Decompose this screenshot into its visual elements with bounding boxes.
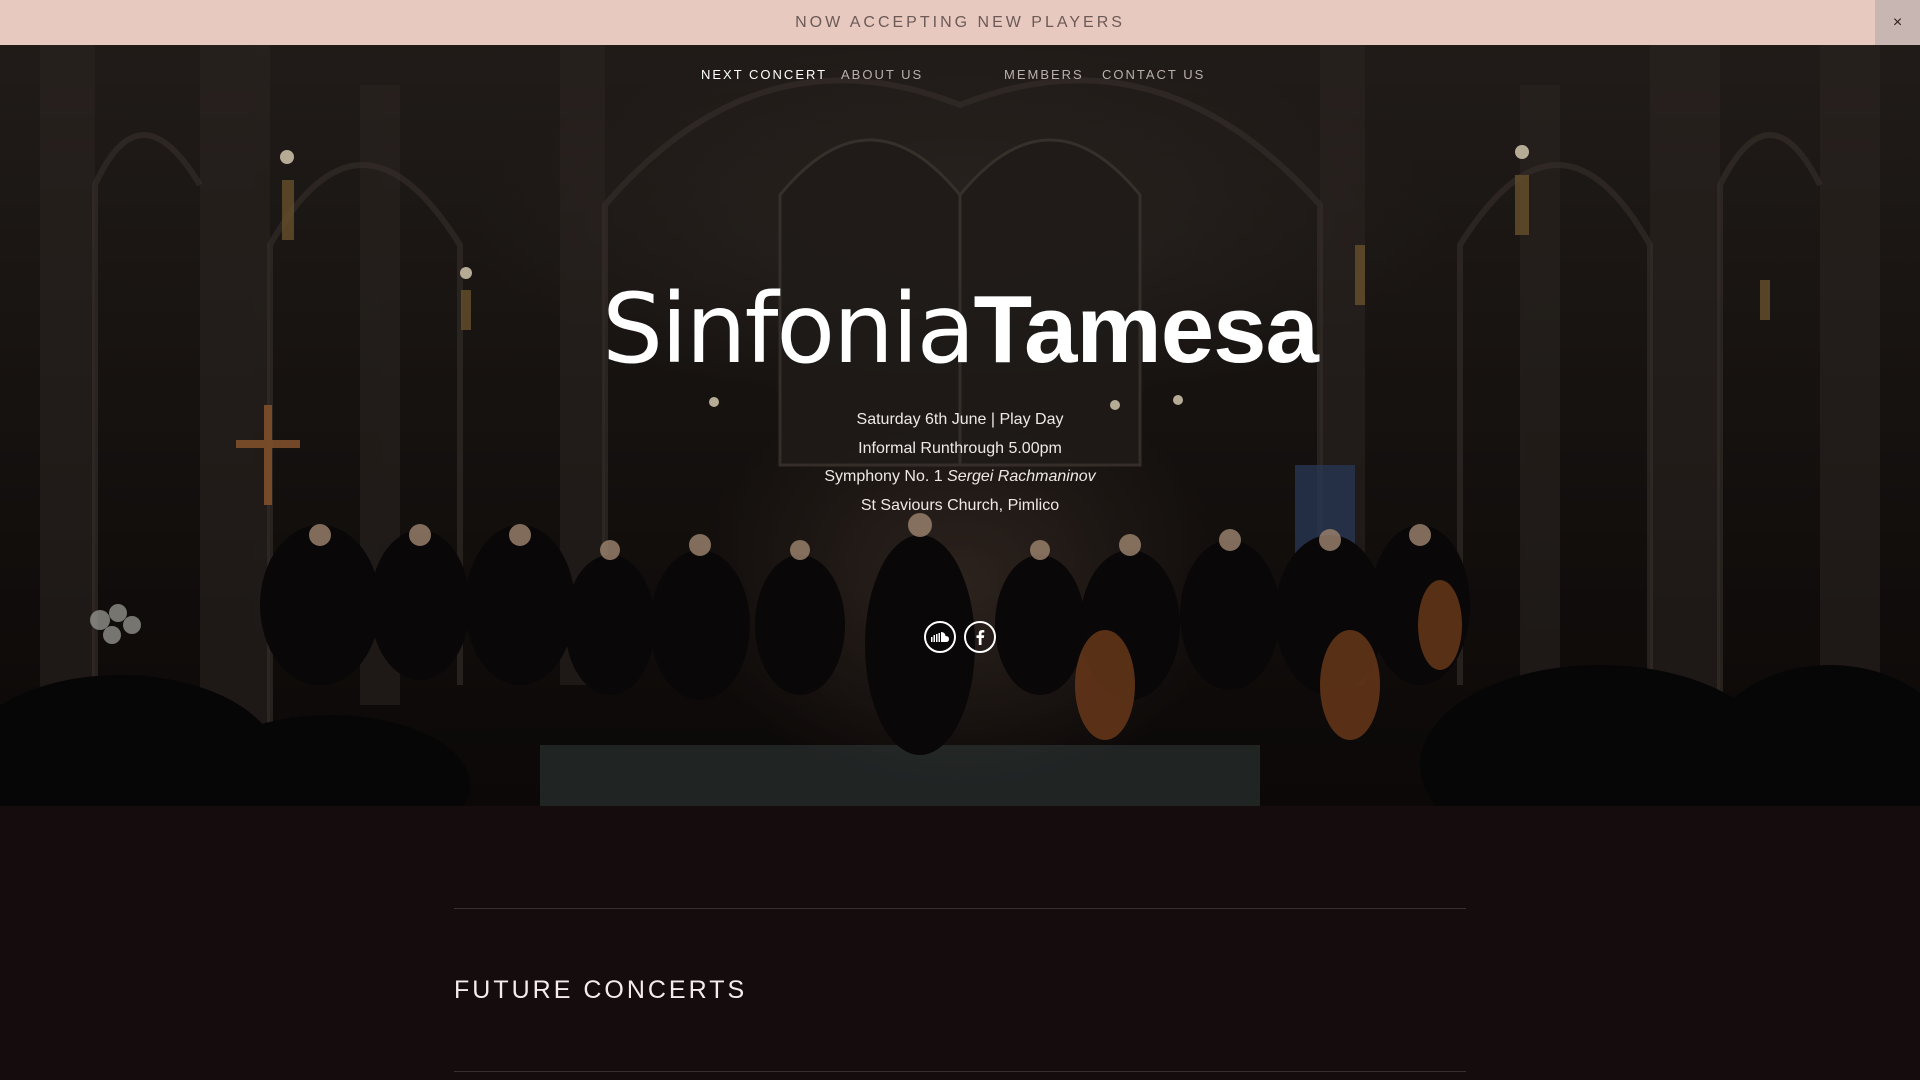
- future-concerts-heading: FUTURE CONCERTS: [454, 976, 748, 1004]
- facebook-icon: [976, 630, 985, 645]
- nav-members[interactable]: MEMBERS: [1004, 67, 1084, 82]
- divider-bottom: [454, 1071, 1466, 1072]
- programme-work: Symphony No. 1: [824, 468, 948, 485]
- social-links: [0, 621, 1920, 653]
- soundcloud-icon: [931, 632, 949, 642]
- nav-contact-us[interactable]: CONTACT US: [1102, 67, 1205, 82]
- site-title-bold: Tamesa: [973, 276, 1318, 383]
- divider-top: [454, 908, 1466, 909]
- close-announcement-button[interactable]: ×: [1875, 0, 1920, 45]
- hero-section: NEXT CONCERT ABOUT US MEMBERS CONTACT US…: [0, 45, 1920, 806]
- concert-date: Saturday 6th June | Play Day: [856, 411, 1064, 428]
- site-title-light: Sinfonia: [602, 273, 975, 385]
- concert-programme: Symphony No. 1 Sergei Rachmaninov: [0, 463, 1920, 492]
- main-nav: NEXT CONCERT ABOUT US MEMBERS CONTACT US: [0, 67, 1920, 97]
- soundcloud-link[interactable]: [924, 621, 956, 653]
- close-icon: ×: [1892, 13, 1903, 31]
- content-section: FUTURE CONCERTS: [0, 806, 1920, 1080]
- concert-time: Informal Runthrough 5.00pm: [858, 439, 1062, 457]
- nav-next-concert[interactable]: NEXT CONCERT: [701, 67, 827, 82]
- concert-venue: St Saviours Church, Pimlico: [860, 496, 1060, 514]
- site-title: SinfoniaTamesa: [0, 281, 1920, 378]
- announcement-text: NOW ACCEPTING NEW PLAYERS: [795, 13, 1125, 31]
- facebook-link[interactable]: [964, 621, 996, 653]
- nav-about-us[interactable]: ABOUT US: [841, 67, 923, 82]
- concert-details: Saturday 6th June | Play Day Informal Ru…: [0, 406, 1920, 520]
- announcement-bar: NOW ACCEPTING NEW PLAYERS ×: [0, 0, 1920, 45]
- programme-composer: Sergei Rachmaninov: [947, 468, 1096, 485]
